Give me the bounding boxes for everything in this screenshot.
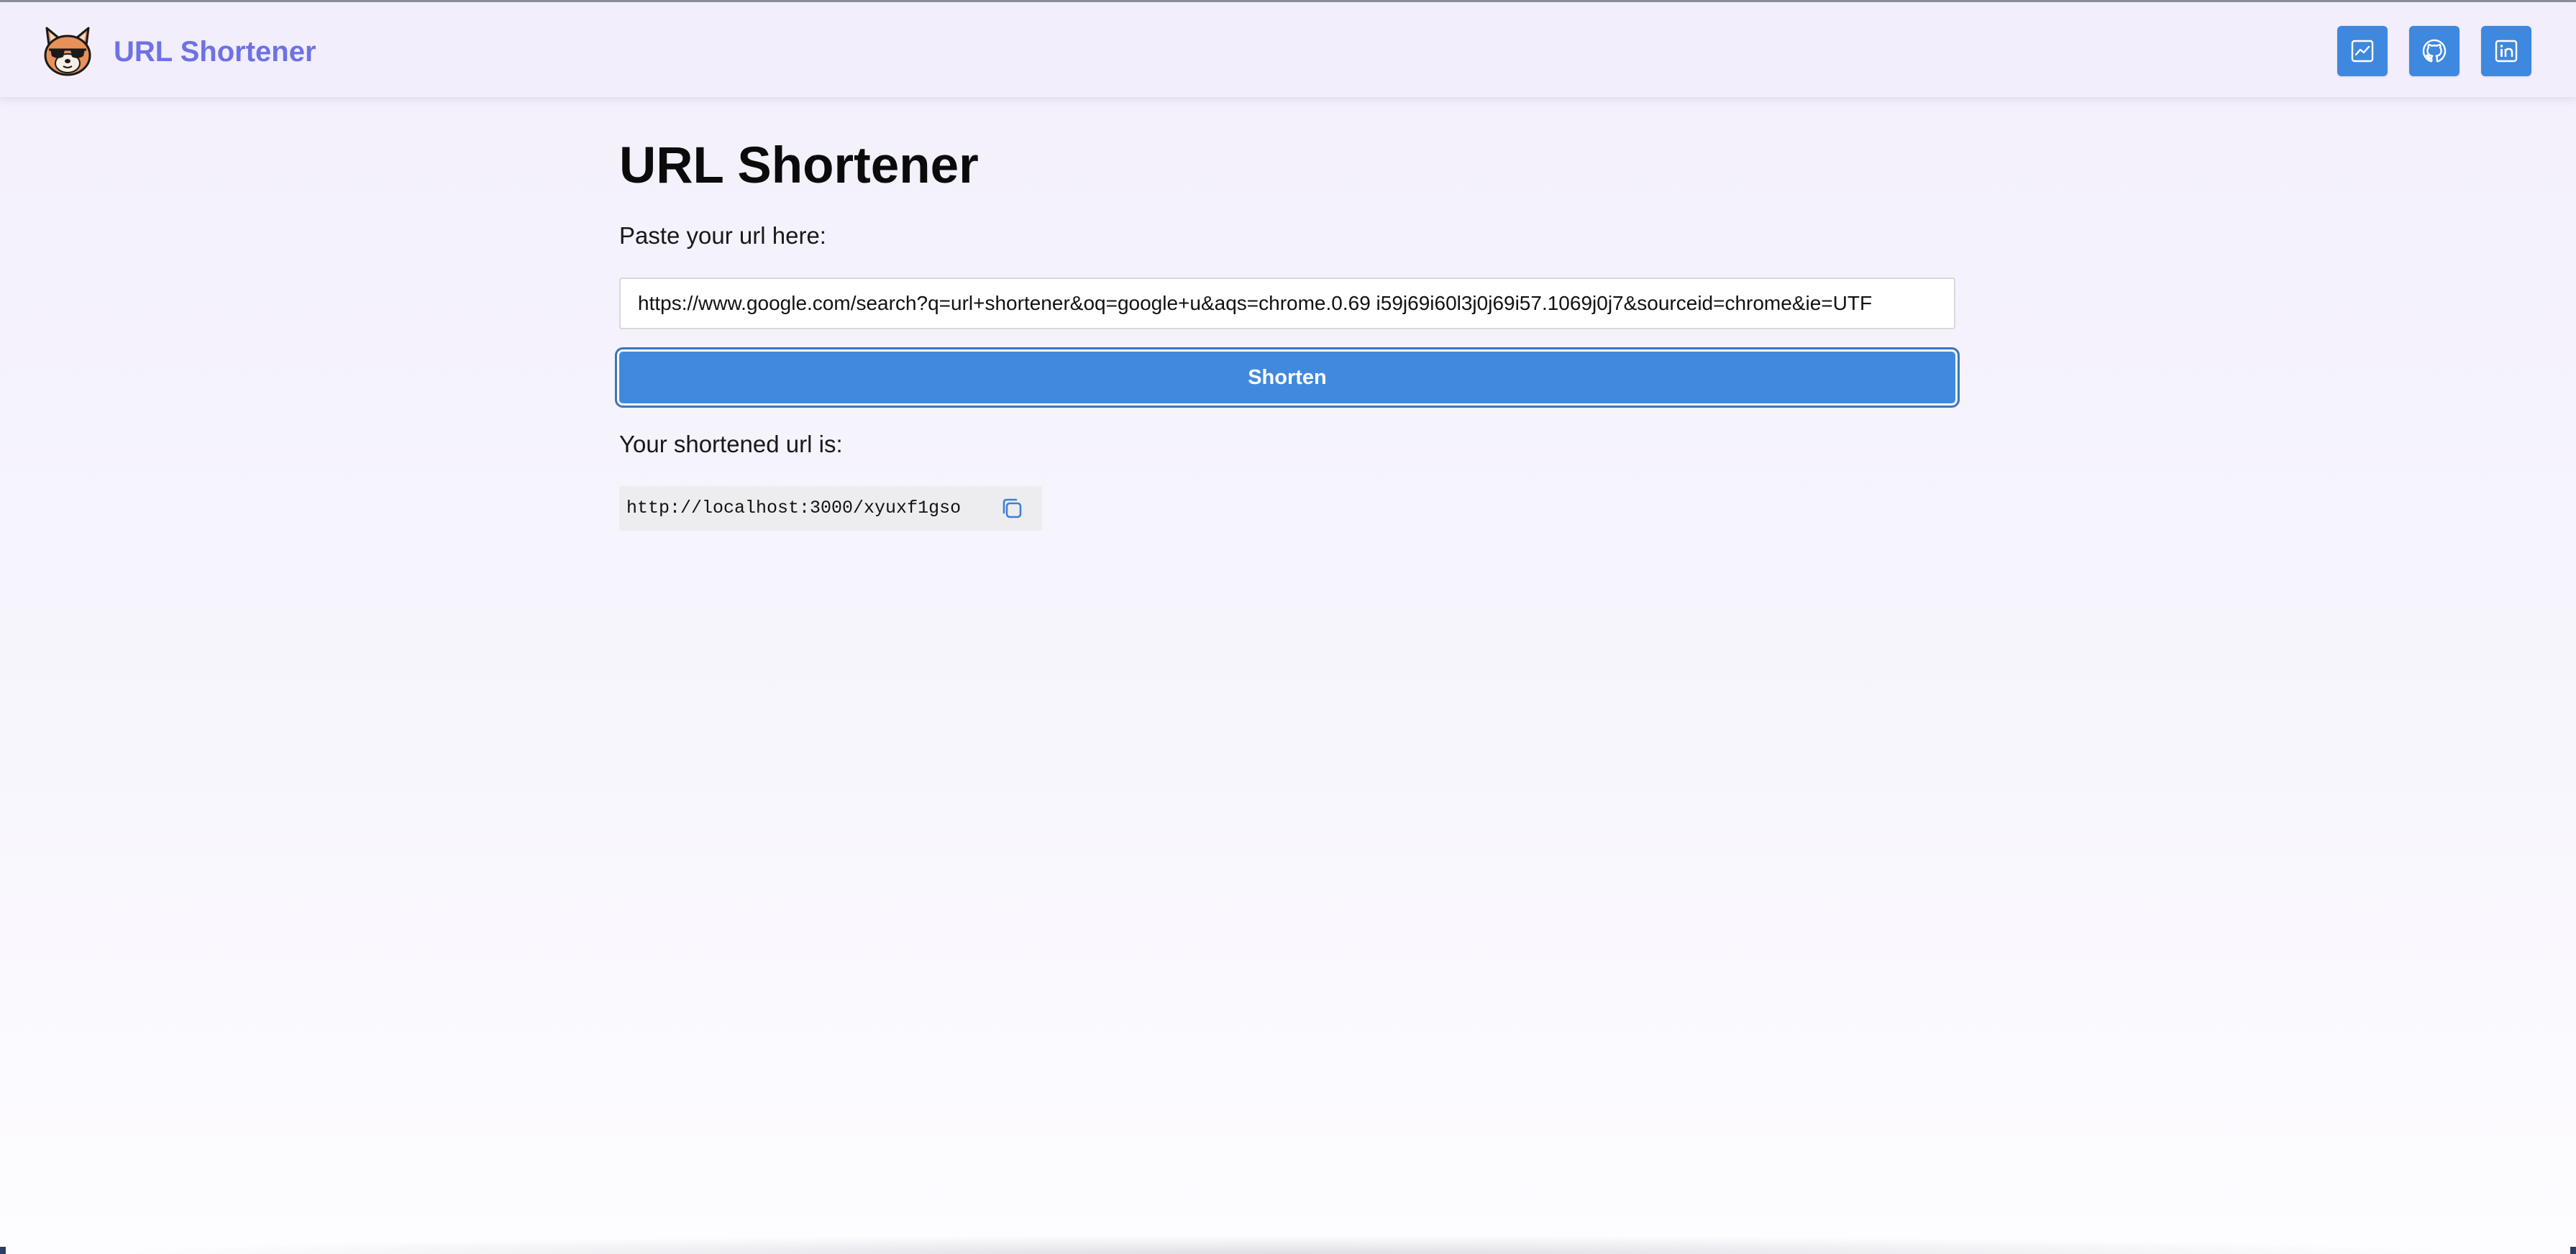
github-button[interactable] — [2409, 26, 2459, 76]
url-input-label: Paste your url here: — [619, 222, 826, 249]
linkedin-button[interactable] — [2481, 26, 2531, 76]
bottom-shadow — [101, 1235, 2474, 1254]
window-corner-left — [0, 1247, 6, 1254]
shiba-sunglasses-logo-icon[interactable] — [40, 24, 95, 78]
result-label: Your shortened url is: — [619, 431, 843, 457]
shortened-url[interactable]: http://localhost:3000/xyuxf1gso — [626, 495, 961, 522]
analytics-chart-icon — [2350, 39, 2375, 63]
shortened-url-box: http://localhost:3000/xyuxf1gso — [619, 486, 1042, 531]
copy-icon — [999, 495, 1025, 525]
linkedin-icon — [2494, 39, 2518, 63]
shorten-button[interactable]: Shorten — [615, 347, 1960, 408]
github-icon — [2421, 37, 2448, 65]
page-title: URL Shortener — [619, 137, 979, 194]
analytics-button[interactable] — [2337, 26, 2388, 76]
copy-button[interactable] — [997, 495, 1027, 525]
top-navbar: URL Shortener — [0, 2, 2576, 97]
brand-title[interactable]: URL Shortener — [114, 32, 316, 72]
window-corner-right — [2570, 1247, 2576, 1254]
url-input[interactable] — [619, 278, 1955, 329]
